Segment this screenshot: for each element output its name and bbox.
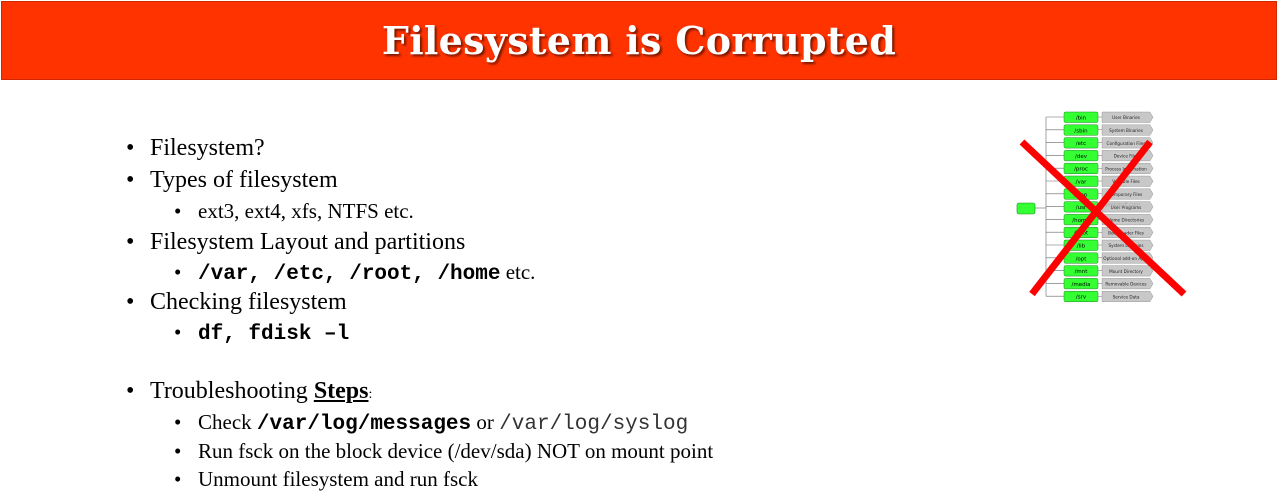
dir-label: /bin xyxy=(1076,116,1087,122)
desc-label: Home Directories xyxy=(1108,218,1144,223)
dir-label: /opt xyxy=(1076,256,1088,262)
bullet-dot: • xyxy=(126,378,135,404)
desc-label: System Binaries xyxy=(1109,128,1143,133)
bullet-dot: • xyxy=(174,320,182,344)
desc-label: User Binaries xyxy=(1112,115,1140,120)
sub-bullet-run-fsck: • Run fsck on the block device (/dev/sda)… xyxy=(174,439,714,463)
bullet-layout: • Filesystem Layout and partitions xyxy=(126,229,466,255)
desc-label: Configuration Files xyxy=(1107,141,1146,146)
filesystem-hierarchy-diagram: /bin User Binaries/sbin System Binaries/et… xyxy=(1016,111,1187,302)
bullet-dot: • xyxy=(174,467,182,491)
dir-label: /sbin xyxy=(1074,128,1088,134)
dir-label: /proc xyxy=(1074,167,1088,173)
dir-label: /dev xyxy=(1075,154,1088,160)
bullet-dot: • xyxy=(174,439,182,463)
root-dir-box xyxy=(1016,202,1036,215)
desc-label: Service Data xyxy=(1113,294,1140,299)
bullet-dot: • xyxy=(126,229,135,255)
dir-label: /lib xyxy=(1077,244,1086,250)
sub-bullet-layout: •/var, /etc, /root, /home etc. xyxy=(174,260,536,286)
bullet-dot: • xyxy=(126,135,135,161)
dir-label: /mnt xyxy=(1075,269,1089,275)
sub-bullet-checking: • df, fdisk –l xyxy=(174,320,350,346)
sub-bullet-types: • ext3, ext4, xfs, NTFS etc. xyxy=(174,199,414,223)
bullet-troubleshooting: • Troubleshooting Steps: xyxy=(126,378,373,404)
sub-bullet-check-logs: • Check /var/log/messages or /var/log/sys… xyxy=(174,410,689,436)
desc-label: Mount Directory xyxy=(1109,269,1143,274)
dir-label: /media xyxy=(1072,282,1091,288)
dir-label: /etc xyxy=(1076,141,1086,147)
bullet-dot: • xyxy=(174,260,182,284)
dir-label: /srv xyxy=(1076,295,1087,301)
bullet-dot: • xyxy=(126,167,135,193)
bullet-checking: • Checking filesystem xyxy=(126,289,347,315)
bullet-types: • Types of filesystem xyxy=(126,167,338,193)
bullet-dot: • xyxy=(174,199,182,223)
dir-label: /var xyxy=(1076,180,1087,186)
bullet-filesystem: • Filesystem? xyxy=(126,135,265,161)
bullet-dot: • xyxy=(126,289,135,315)
steps-emphasis: Steps xyxy=(313,378,369,404)
desc-label: Removable Devices xyxy=(1105,282,1146,287)
bullet-dot: • xyxy=(174,410,182,434)
sub-bullet-unmount: • Unmount filesystem and run fsck xyxy=(174,467,478,491)
